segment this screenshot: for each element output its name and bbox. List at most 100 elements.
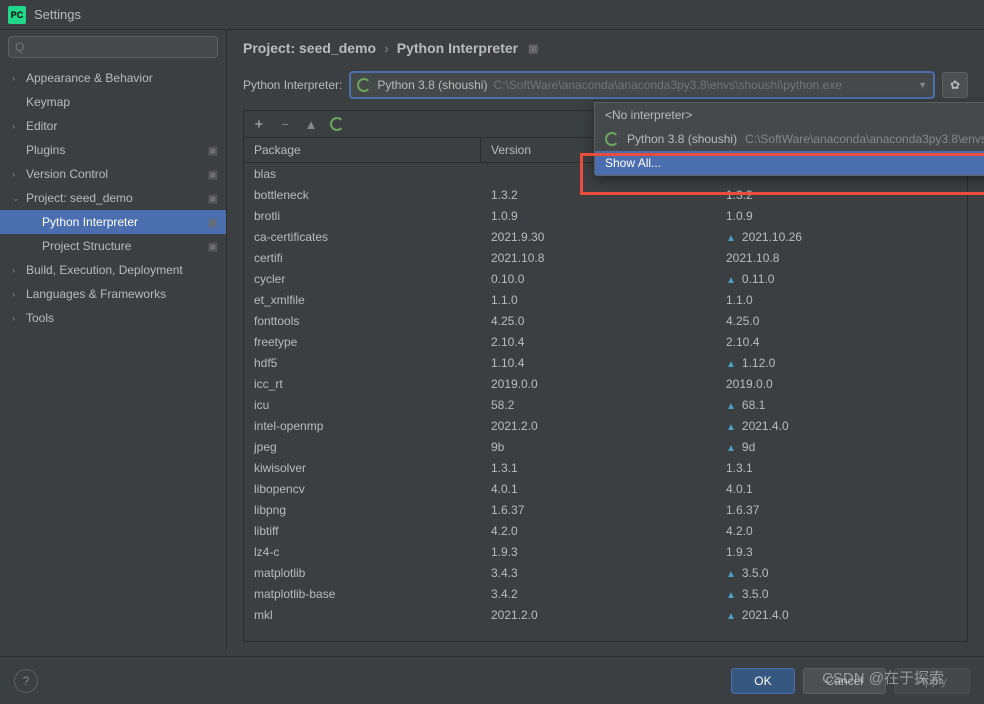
cell-package: certifi xyxy=(244,249,481,267)
cell-latest: ▲2021.10.26 xyxy=(716,228,967,246)
cell-latest: 1.0.9 xyxy=(716,207,967,225)
cell-package: brotli xyxy=(244,207,481,225)
table-row[interactable]: brotli1.0.91.0.9 xyxy=(244,205,967,226)
cell-latest: ▲1.12.0 xyxy=(716,354,967,372)
sidebar-item[interactable]: Keymap xyxy=(0,90,226,114)
apply-button[interactable]: Apply xyxy=(894,668,970,694)
upgrade-package-button[interactable]: ▲ xyxy=(302,115,320,133)
cell-package: jpeg xyxy=(244,438,481,456)
table-row[interactable]: matplotlib3.4.3▲3.5.0 xyxy=(244,562,967,583)
help-button[interactable]: ? xyxy=(14,669,38,693)
table-row[interactable]: kiwisolver1.3.11.3.1 xyxy=(244,457,967,478)
th-package[interactable]: Package xyxy=(244,138,481,162)
table-row[interactable]: libtiff4.2.04.2.0 xyxy=(244,520,967,541)
table-row[interactable]: mkl2021.2.0▲2021.4.0 xyxy=(244,604,967,625)
cell-latest: 1.3.2 xyxy=(716,186,967,204)
interpreter-select[interactable]: Python 3.8 (shoushi) C:\SoftWare\anacond… xyxy=(350,72,934,98)
dropdown-no-interpreter[interactable]: <No interpreter> xyxy=(595,103,984,127)
cell-package: icc_rt xyxy=(244,375,481,393)
project-scope-icon: ▣ xyxy=(208,192,218,205)
table-row[interactable]: cycler0.10.0▲0.11.0 xyxy=(244,268,967,289)
table-row[interactable]: matplotlib-base3.4.2▲3.5.0 xyxy=(244,583,967,604)
cancel-button[interactable]: Cancel xyxy=(803,668,886,694)
project-scope-icon: ▣ xyxy=(208,144,218,157)
sidebar-item-label: Project: seed_demo xyxy=(26,191,133,205)
table-row[interactable]: freetype2.10.42.10.4 xyxy=(244,331,967,352)
search-input[interactable] xyxy=(8,36,218,58)
sidebar-item[interactable]: ›Editor xyxy=(0,114,226,138)
table-row[interactable]: hdf51.10.4▲1.12.0 xyxy=(244,352,967,373)
dropdown-item-path: C:\SoftWare\anaconda\anaconda3py3.8\envs… xyxy=(745,132,984,146)
sidebar-item[interactable]: › Languages & Frameworks xyxy=(0,282,226,306)
table-row[interactable]: ca-certificates2021.9.30▲2021.10.26 xyxy=(244,226,967,247)
chevron-right-icon: › xyxy=(12,265,22,275)
sidebar-item-label: Languages & Frameworks xyxy=(26,287,166,301)
cell-version: 2.10.4 xyxy=(481,333,716,351)
cell-package: libopencv xyxy=(244,480,481,498)
sidebar-item[interactable]: › Appearance & Behavior xyxy=(0,66,226,90)
dropdown-item-label: Show All... xyxy=(605,156,661,170)
upgrade-arrow-icon: ▲ xyxy=(726,611,736,622)
ok-button[interactable]: OK xyxy=(731,668,794,694)
sidebar-item-label: Tools xyxy=(26,311,54,325)
cell-version: 0.10.0 xyxy=(481,270,716,288)
cell-version: 1.9.3 xyxy=(481,543,716,561)
table-row[interactable]: fonttools4.25.04.25.0 xyxy=(244,310,967,331)
cell-version: 2021.10.8 xyxy=(481,249,716,267)
table-body[interactable]: blasbottleneck1.3.21.3.2brotli1.0.91.0.9… xyxy=(244,163,967,641)
cell-package: kiwisolver xyxy=(244,459,481,477)
cell-version: 2021.9.30 xyxy=(481,228,716,246)
cell-version: 58.2 xyxy=(481,396,716,414)
cell-package: matplotlib-base xyxy=(244,585,481,603)
upgrade-arrow-icon: ▲ xyxy=(726,233,736,244)
sidebar-item[interactable]: Plugins▣ xyxy=(0,138,226,162)
cell-version: 4.2.0 xyxy=(481,522,716,540)
dropdown-interpreter-item[interactable]: Python 3.8 (shoushi) C:\SoftWare\anacond… xyxy=(595,127,984,151)
cell-latest: ▲3.5.0 xyxy=(716,585,967,603)
sidebar-item-label: Appearance & Behavior xyxy=(26,71,153,85)
cell-version: 3.4.2 xyxy=(481,585,716,603)
add-package-button[interactable]: + xyxy=(250,115,268,133)
refresh-button[interactable] xyxy=(328,115,346,133)
interpreter-dropdown: <No interpreter> Python 3.8 (shoushi) C:… xyxy=(594,102,984,176)
table-row[interactable]: certifi2021.10.82021.10.8 xyxy=(244,247,967,268)
cell-latest: 4.25.0 xyxy=(716,312,967,330)
table-row[interactable]: lz4-c1.9.31.9.3 xyxy=(244,541,967,562)
chevron-right-icon: › xyxy=(12,73,22,83)
cell-version: 1.0.9 xyxy=(481,207,716,225)
dropdown-show-all[interactable]: Show All... xyxy=(595,151,984,175)
table-row[interactable]: jpeg9b▲9d xyxy=(244,436,967,457)
sidebar-item[interactable]: Project Structure▣ xyxy=(0,234,226,258)
chevron-right-icon: › xyxy=(12,289,22,299)
python-icon xyxy=(605,132,619,146)
interpreter-gear-button[interactable]: ✿ xyxy=(942,72,968,98)
python-icon xyxy=(357,78,371,92)
cell-package: intel-openmp xyxy=(244,417,481,435)
table-row[interactable]: libpng1.6.371.6.37 xyxy=(244,499,967,520)
sidebar-item[interactable]: ›Version Control▣ xyxy=(0,162,226,186)
table-row[interactable]: icu58.2▲68.1 xyxy=(244,394,967,415)
table-row[interactable]: libopencv4.0.14.0.1 xyxy=(244,478,967,499)
sidebar-item[interactable]: ⌄Project: seed_demo▣ xyxy=(0,186,226,210)
new-window-icon: ▣ xyxy=(528,42,538,55)
sidebar-item[interactable]: › Build, Execution, Deployment xyxy=(0,258,226,282)
table-row[interactable]: icc_rt2019.0.02019.0.0 xyxy=(244,373,967,394)
cell-version: 1.3.1 xyxy=(481,459,716,477)
cell-version: 1.1.0 xyxy=(481,291,716,309)
sidebar-item-label: Python Interpreter xyxy=(42,215,138,229)
table-row[interactable]: et_xmlfile1.1.01.1.0 xyxy=(244,289,967,310)
upgrade-arrow-icon: ▲ xyxy=(726,359,736,370)
sidebar-item-label: Build, Execution, Deployment xyxy=(26,263,183,277)
sidebar-item-label: Editor xyxy=(26,119,57,133)
dropdown-item-label: <No interpreter> xyxy=(605,108,692,122)
sidebar-item[interactable]: ›Tools xyxy=(0,306,226,330)
cell-latest: 2019.0.0 xyxy=(716,375,967,393)
remove-package-button[interactable]: − xyxy=(276,115,294,133)
table-row[interactable]: bottleneck1.3.21.3.2 xyxy=(244,184,967,205)
breadcrumb: Project: seed_demo › Python Interpreter … xyxy=(243,40,968,56)
package-table: Package Version Latest version blasbottl… xyxy=(243,137,968,642)
interpreter-path: C:\SoftWare\anaconda\anaconda3py3.8\envs… xyxy=(493,78,841,92)
table-row[interactable]: intel-openmp2021.2.0▲2021.4.0 xyxy=(244,415,967,436)
chevron-down-icon: ▼ xyxy=(918,80,927,90)
sidebar-item[interactable]: Python Interpreter▣ xyxy=(0,210,226,234)
